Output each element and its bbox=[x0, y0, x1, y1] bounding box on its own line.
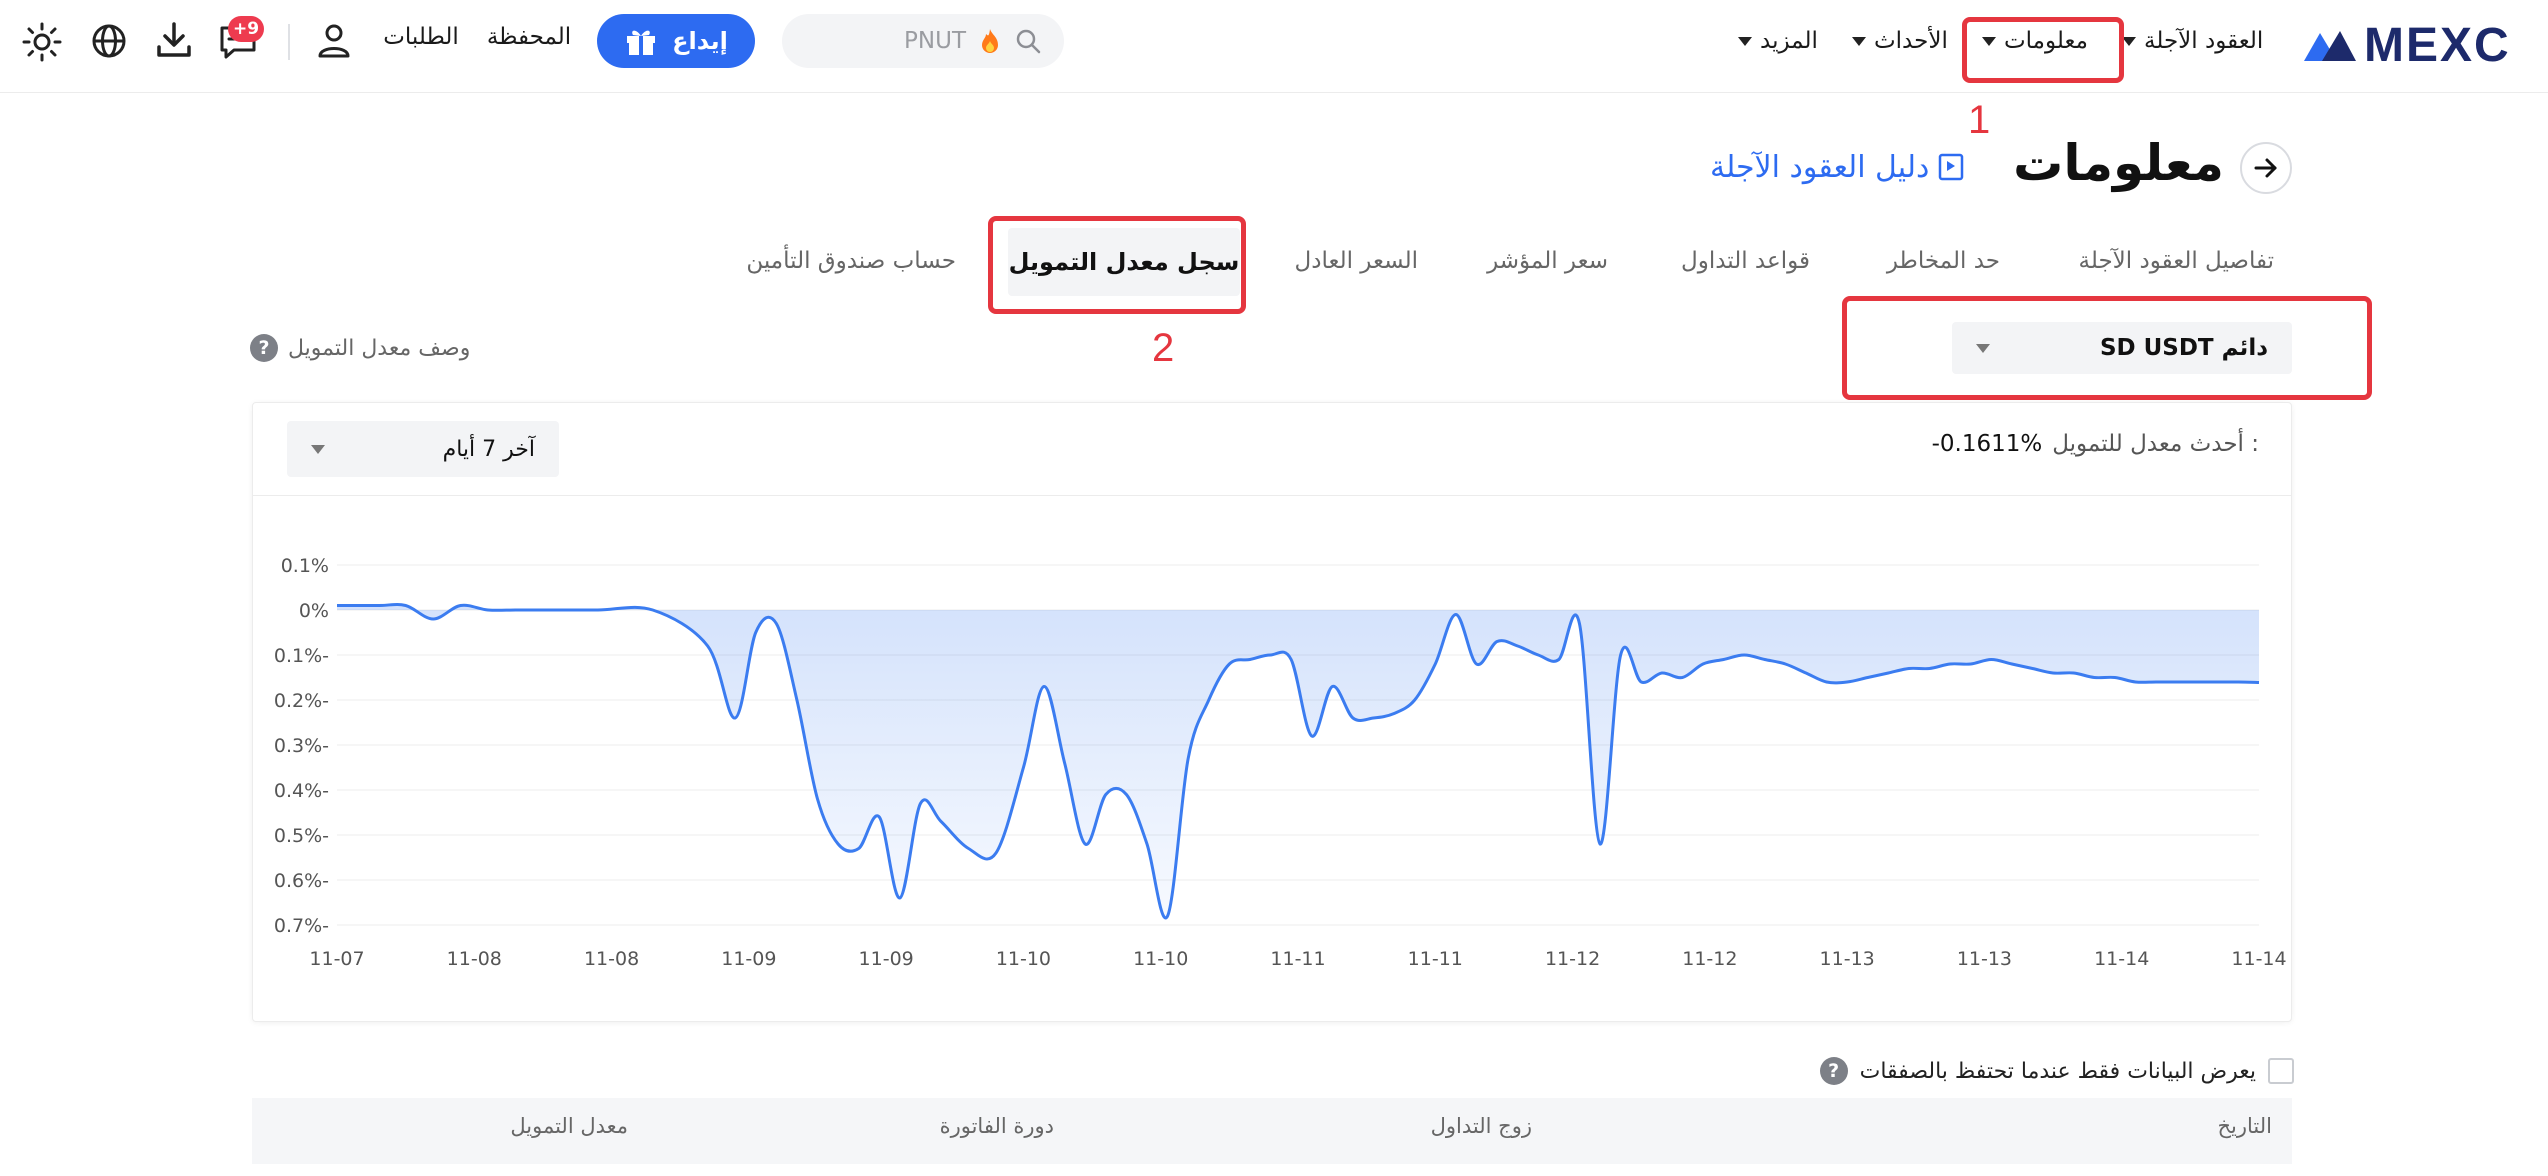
latest-funding-rate: -0.1611% أحدث معدل للتمويل : bbox=[1932, 431, 2259, 457]
search-icon bbox=[1016, 29, 1041, 54]
chevron-down-icon bbox=[1852, 36, 1866, 46]
funding-rate-chart[interactable]: 0.1% 0% 0.1%- 0.2%- 0.3%- 0.4%- 0.5%- 0.6%- 0.7%… bbox=[253, 513, 2291, 993]
guide-link-label: دليل العقود الآجلة bbox=[1710, 149, 1930, 185]
chevron-down-icon bbox=[2122, 36, 2136, 46]
mexc-logo[interactable]: MEXC bbox=[2302, 14, 2528, 76]
futures-guide-link[interactable]: دليل العقود الآجلة bbox=[1710, 144, 1994, 190]
orders-link[interactable]: الطلبات bbox=[380, 24, 462, 58]
tab-insurance-fund[interactable]: حساب صندوق التأمين bbox=[740, 248, 956, 282]
only-positions-label: يعرض البيانات فقط عندما تحتفظ بالصفقات bbox=[1859, 1058, 2256, 1084]
annotation-box-2 bbox=[988, 216, 1246, 314]
range-select-value: آخر 7 أيام bbox=[442, 436, 535, 462]
tab-index-price[interactable]: سعر المؤشر bbox=[1486, 248, 1608, 282]
table-header: التاريخ زوج التداول دورة الفاتورة معدل ا… bbox=[252, 1098, 2292, 1164]
funding-desc-label: وصف معدل التمويل bbox=[288, 335, 471, 361]
user-icon[interactable] bbox=[314, 20, 354, 60]
y-tick-label: 0.1%- bbox=[274, 645, 329, 667]
latest-rate-label: أحدث معدل للتمويل : bbox=[2052, 431, 2259, 457]
question-icon: ? bbox=[1819, 1057, 1848, 1085]
globe-icon[interactable] bbox=[90, 22, 128, 60]
latest-rate-value: -0.1611% bbox=[1931, 431, 2043, 457]
deposit-label: إيداع bbox=[672, 27, 728, 55]
gift-icon bbox=[627, 30, 656, 55]
question-icon: ? bbox=[250, 334, 278, 362]
x-tick-label: 11-13 bbox=[1820, 948, 1875, 970]
arrow-right-icon bbox=[2254, 158, 2277, 178]
x-tick-label: 11-09 bbox=[721, 948, 776, 970]
x-tick-label: 11-14 bbox=[2094, 948, 2149, 970]
back-button[interactable] bbox=[2240, 142, 2292, 194]
tab-fair-price[interactable]: السعر العادل bbox=[1290, 248, 1418, 282]
tab-contract-details[interactable]: تفاصيل العقود الآجلة bbox=[2060, 248, 2274, 282]
y-tick-label: 0.2%- bbox=[274, 690, 329, 712]
nav-events[interactable]: الأحداث bbox=[1852, 24, 1962, 58]
logo-text: MEXC bbox=[2364, 18, 2511, 72]
tab-trading-rules[interactable]: قواعد التداول bbox=[1674, 248, 1810, 282]
x-tick-label: 11-08 bbox=[584, 948, 639, 970]
annotation-box-1 bbox=[1962, 17, 2124, 83]
column-billing-cycle: دورة الفاتورة bbox=[939, 1114, 1054, 1138]
y-tick-label: 0.1% bbox=[281, 555, 329, 577]
column-date: التاريخ bbox=[2217, 1114, 2272, 1138]
page-title: معلومات bbox=[2013, 134, 2224, 192]
y-tick-label: 0% bbox=[299, 600, 329, 622]
annotation-number-1: 1 bbox=[1968, 98, 1991, 142]
funding-rate-description[interactable]: ? وصف معدل التمويل bbox=[250, 330, 490, 366]
deposit-button[interactable]: إيداع bbox=[597, 14, 755, 68]
y-tick-label: 0.5%- bbox=[274, 825, 329, 847]
header-divider bbox=[288, 24, 290, 60]
annotation-box-3 bbox=[1842, 296, 2372, 400]
nav-events-label: الأحداث bbox=[1874, 28, 1948, 54]
sun-icon[interactable] bbox=[22, 22, 62, 62]
x-tick-label: 11-08 bbox=[447, 948, 502, 970]
wallet-link[interactable]: المحفظة bbox=[484, 24, 574, 58]
y-tick-label: 0.7%- bbox=[274, 915, 329, 937]
nav-futures[interactable]: العقود الآجلة bbox=[2122, 24, 2268, 58]
nav-futures-label: العقود الآجلة bbox=[2144, 28, 2264, 54]
fire-icon bbox=[982, 29, 998, 53]
y-tick-label: 0.4%- bbox=[274, 780, 329, 802]
chevron-down-icon bbox=[311, 444, 325, 454]
search-text: PNUT bbox=[904, 28, 966, 54]
x-tick-label: 11-10 bbox=[1133, 948, 1188, 970]
funding-rate-area bbox=[337, 604, 2259, 918]
download-icon[interactable] bbox=[154, 20, 194, 60]
y-tick-label: 0.6%- bbox=[274, 870, 329, 892]
x-tick-label: 11-12 bbox=[1682, 948, 1737, 970]
x-tick-label: 11-11 bbox=[1408, 948, 1463, 970]
top-navbar: MEXC العقود الآجلة معلومات الأحداث المزي… bbox=[0, 0, 2548, 93]
column-trading-pair: زوج التداول bbox=[1430, 1114, 1532, 1138]
x-tick-label: 11-14 bbox=[2231, 948, 2286, 970]
y-tick-label: 0.3%- bbox=[274, 735, 329, 757]
funding-chart-card: -0.1611% أحدث معدل للتمويل : آخر 7 أيام … bbox=[252, 402, 2292, 1022]
tab-risk-limit[interactable]: حد المخاطر bbox=[1880, 248, 2000, 282]
only-positions-filter[interactable]: ? يعرض البيانات فقط عندما تحتفظ بالصفقات bbox=[1800, 1054, 2294, 1088]
x-tick-label: 11-09 bbox=[859, 948, 914, 970]
guide-book-icon bbox=[1939, 153, 1964, 181]
x-tick-label: 11-13 bbox=[1957, 948, 2012, 970]
x-tick-label: 11-07 bbox=[309, 948, 364, 970]
column-funding-rate: معدل التمويل bbox=[510, 1114, 628, 1138]
only-positions-checkbox[interactable] bbox=[2268, 1058, 2294, 1084]
x-tick-label: 11-10 bbox=[996, 948, 1051, 970]
nav-more-label: المزيد bbox=[1760, 28, 1818, 54]
card-header-divider bbox=[253, 495, 2291, 496]
nav-more[interactable]: المزيد bbox=[1738, 24, 1834, 58]
annotation-number-2: 2 bbox=[1152, 326, 1175, 370]
notification-badge: +9 bbox=[228, 16, 264, 42]
search-input[interactable]: PNUT bbox=[782, 14, 1064, 68]
range-select[interactable]: آخر 7 أيام bbox=[287, 421, 559, 477]
chevron-down-icon bbox=[1738, 36, 1752, 46]
x-tick-label: 11-12 bbox=[1545, 948, 1600, 970]
mexc-logo-icon bbox=[2304, 31, 2356, 61]
x-tick-label: 11-11 bbox=[1270, 948, 1325, 970]
